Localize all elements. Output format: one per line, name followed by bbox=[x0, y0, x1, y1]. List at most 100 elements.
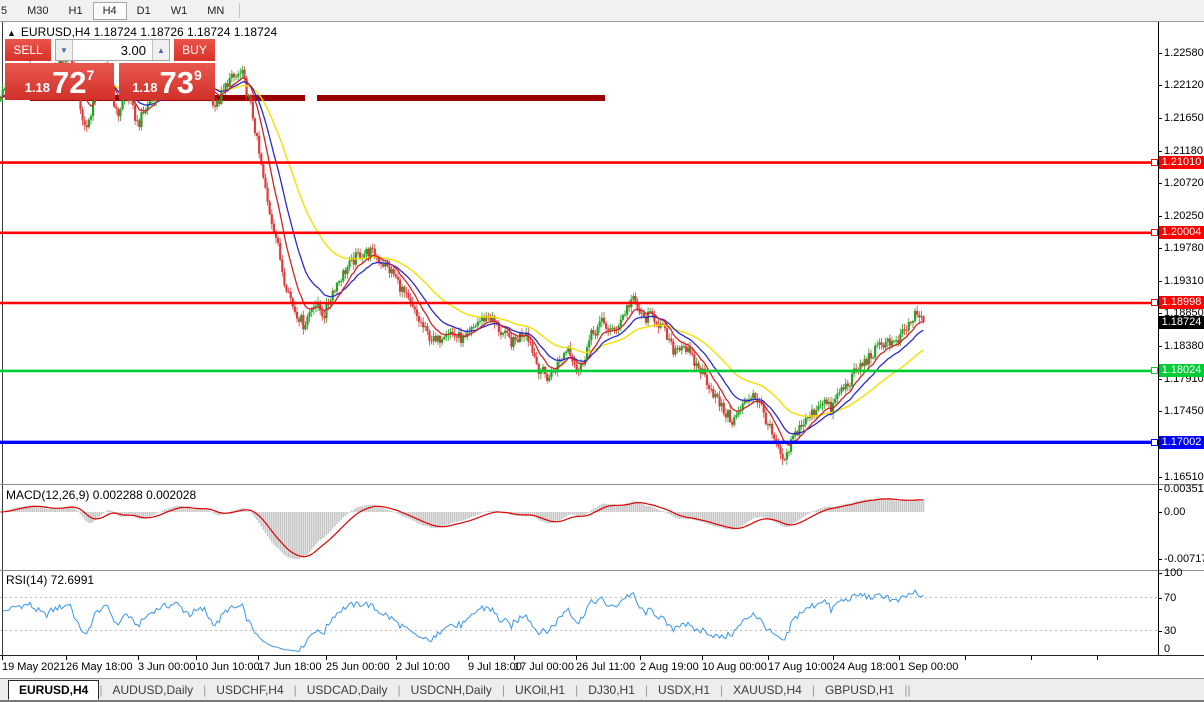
time-label: 26 Jul 11:00 bbox=[576, 661, 636, 673]
price-tick-label: 1.17450 bbox=[1164, 404, 1204, 417]
macd-tick bbox=[1158, 512, 1162, 513]
rsi-tick bbox=[1158, 573, 1162, 574]
time-tick bbox=[326, 656, 327, 660]
price-tick bbox=[1158, 215, 1162, 217]
time-label: 10 Jun 10:00 bbox=[196, 661, 260, 673]
chart-tab-audusd[interactable]: AUDUSD,Daily bbox=[102, 681, 203, 699]
lot-size-input[interactable] bbox=[73, 40, 152, 60]
macd-tick bbox=[1158, 489, 1162, 490]
timeframe-button-h1[interactable]: H1 bbox=[59, 2, 93, 20]
time-tick bbox=[1097, 656, 1098, 660]
time-label: 17 Aug 10:00 bbox=[768, 661, 833, 673]
macd-label: MACD(12,26,9) 0.002288 0.002028 bbox=[6, 488, 197, 502]
lot-increase-button[interactable]: ▲ bbox=[152, 40, 169, 60]
time-tick bbox=[66, 656, 67, 660]
time-label: 19 May 2021 bbox=[2, 661, 66, 673]
sell-button[interactable]: SELL bbox=[5, 39, 51, 61]
macd-signal-line bbox=[0, 498, 924, 558]
chart-tab-ukoil[interactable]: UKOil,H1 bbox=[505, 681, 575, 699]
time-label: 25 Jun 00:00 bbox=[326, 661, 390, 673]
timeframe-button-5[interactable]: 5 bbox=[0, 2, 17, 20]
collapse-trade-panel-icon[interactable]: ▲ bbox=[7, 28, 16, 38]
price-tick bbox=[1158, 182, 1162, 184]
buy-button[interactable]: BUY bbox=[174, 39, 215, 61]
time-tick bbox=[258, 656, 259, 660]
time-label: 2 Jul 10:00 bbox=[396, 661, 450, 673]
rsi-tick-label: 30 bbox=[1164, 625, 1177, 637]
time-tick bbox=[965, 656, 966, 660]
time-tick bbox=[138, 656, 139, 660]
price-tick bbox=[1158, 248, 1162, 250]
chart-tab-gbpusd[interactable]: GBPUSD,H1 bbox=[815, 681, 904, 699]
ask-prefix: 1.18 bbox=[132, 80, 158, 95]
one-click-trading-panel: SELL ▼ ▲ BUY 1.18 72 7 1.18 73 9 bbox=[5, 39, 215, 100]
time-label: 24 Aug 18:00 bbox=[833, 661, 898, 673]
chart-title: ▲ EURUSD,H4 1.18724 1.18726 1.18724 1.187… bbox=[7, 25, 277, 39]
bid-price-button[interactable]: 1.18 72 7 bbox=[5, 63, 114, 100]
price-tick-label: 1.16510 bbox=[1164, 470, 1204, 483]
price-tick-label: 1.21650 bbox=[1164, 111, 1204, 124]
macd-histogram bbox=[0, 498, 925, 560]
chart-tab-usdcad[interactable]: USDCAD,Daily bbox=[297, 681, 398, 699]
line-handle[interactable] bbox=[1151, 367, 1158, 375]
time-tick bbox=[396, 656, 397, 660]
toolbar-separator bbox=[239, 3, 241, 18]
time-tick bbox=[768, 656, 769, 660]
line-handle[interactable] bbox=[1151, 159, 1158, 167]
price-tick bbox=[1158, 476, 1162, 478]
rsi-indicator-area[interactable] bbox=[0, 571, 1158, 655]
price-tick bbox=[1158, 53, 1162, 54]
time-label: 10 Aug 00:00 bbox=[702, 661, 767, 673]
chart-tab-usdx[interactable]: USDX,H1 bbox=[648, 681, 720, 699]
line-handle[interactable] bbox=[1151, 229, 1158, 237]
price-tick bbox=[1158, 346, 1162, 348]
time-label: 17 Jul 00:00 bbox=[514, 661, 574, 673]
line-handle[interactable] bbox=[1151, 438, 1158, 446]
timeframe-button-m30[interactable]: M30 bbox=[17, 2, 58, 20]
ask-big-digits: 73 bbox=[159, 65, 194, 100]
time-label: 26 May 18:00 bbox=[66, 661, 133, 673]
price-tick bbox=[1158, 117, 1162, 119]
rsi-tick bbox=[1158, 598, 1162, 599]
price-level-chip: 1.18998 bbox=[1159, 296, 1204, 310]
macd-tick-label: 0.00 bbox=[1164, 506, 1186, 518]
time-tick bbox=[514, 656, 515, 660]
timeframe-button-w1[interactable]: W1 bbox=[161, 2, 198, 20]
price-tick-label: 1.21180 bbox=[1164, 144, 1203, 157]
price-level-chip: 1.18724 bbox=[1159, 315, 1204, 329]
time-tick bbox=[702, 656, 703, 660]
bid-prefix: 1.18 bbox=[24, 80, 51, 95]
timeframe-button-h4[interactable]: H4 bbox=[92, 1, 127, 20]
chart-tab-usdchf[interactable]: USDCHF,H4 bbox=[206, 681, 293, 699]
chart-tab-xauusd[interactable]: XAUUSD,H4 bbox=[723, 681, 812, 699]
price-tick bbox=[1158, 85, 1162, 87]
chart-tab-dj30[interactable]: DJ30,H1 bbox=[578, 681, 645, 699]
time-tick bbox=[196, 656, 197, 660]
ask-pip-digit: 9 bbox=[194, 67, 202, 83]
price-tick bbox=[1158, 410, 1162, 412]
macd-tick bbox=[1158, 559, 1162, 560]
ask-price-button[interactable]: 1.18 73 9 bbox=[119, 63, 215, 100]
price-tick-label: 1.22580 bbox=[1164, 47, 1204, 59]
price-tick-label: 1.20250 bbox=[1164, 209, 1204, 222]
rsi-tick-label: 70 bbox=[1164, 592, 1177, 604]
time-tick bbox=[640, 656, 641, 660]
price-tick bbox=[1158, 150, 1162, 152]
symbol-ohlc-text: EURUSD,H4 1.18724 1.18726 1.18724 1.1872… bbox=[20, 25, 278, 39]
timeframe-button-d1[interactable]: D1 bbox=[127, 2, 161, 20]
price-level-chip: 1.21010 bbox=[1159, 156, 1204, 170]
time-label: 1 Sep 00:00 bbox=[899, 661, 959, 673]
candlesticks bbox=[0, 50, 925, 466]
time-tick bbox=[1031, 656, 1032, 660]
lot-decrease-button[interactable]: ▼ bbox=[56, 40, 73, 60]
time-axis-line bbox=[0, 655, 1204, 656]
price-tick-label: 1.19780 bbox=[1164, 242, 1204, 255]
line-handle[interactable] bbox=[1151, 299, 1158, 307]
price-level-chip: 1.18024 bbox=[1159, 364, 1204, 378]
price-level-chip: 1.20004 bbox=[1159, 226, 1204, 240]
chart-tab-eurusd[interactable]: EURUSD,H4 bbox=[8, 679, 100, 700]
rsi-tick bbox=[1158, 631, 1162, 632]
chart-tab-usdcnh[interactable]: USDCNH,Daily bbox=[401, 681, 502, 699]
timeframe-button-mn[interactable]: MN bbox=[197, 2, 234, 20]
time-label: 17 Jun 18:00 bbox=[258, 661, 322, 673]
